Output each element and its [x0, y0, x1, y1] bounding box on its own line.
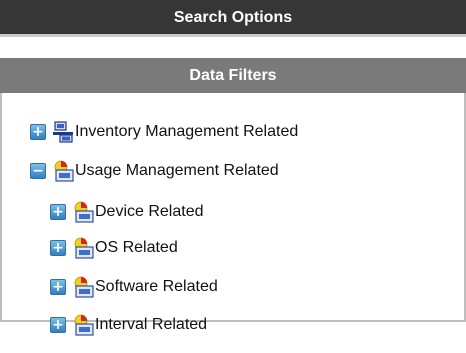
usage-folder-icon — [52, 160, 74, 182]
usage-folder-icon — [72, 314, 94, 336]
tree-node-inventory[interactable]: + Inventory Management Related — [30, 119, 298, 145]
tree-node-device[interactable]: + Device Related — [50, 199, 204, 225]
usage-folder-icon — [72, 201, 94, 223]
collapse-toggle[interactable]: − — [30, 163, 46, 179]
tree-node-interval[interactable]: + Interval Related — [50, 312, 207, 338]
expand-toggle[interactable]: + — [50, 204, 66, 220]
tree-node-software[interactable]: + Software Related — [50, 274, 218, 300]
filter-tree: + Inventory Management Related − Usage M… — [0, 93, 466, 336]
tree-node-label[interactable]: OS Related — [95, 239, 178, 257]
expand-toggle[interactable]: + — [50, 279, 66, 295]
tree-node-os[interactable]: + OS Related — [50, 235, 178, 261]
expand-toggle[interactable]: + — [50, 317, 66, 333]
tree-node-label[interactable]: Interval Related — [95, 316, 207, 334]
usage-folder-icon — [72, 237, 94, 259]
usage-folder-icon — [72, 276, 94, 298]
network-computers-icon — [52, 121, 74, 143]
expand-toggle[interactable]: + — [30, 124, 46, 140]
data-filters-header: Data Filters — [0, 58, 466, 93]
tree-node-label[interactable]: Software Related — [95, 278, 218, 296]
tree-node-label[interactable]: Inventory Management Related — [75, 123, 298, 141]
tree-node-label[interactable]: Device Related — [95, 203, 204, 221]
tree-node-label[interactable]: Usage Management Related — [75, 162, 279, 180]
search-options-header: Search Options — [0, 0, 466, 37]
tree-node-usage[interactable]: − Usage Management Related — [30, 158, 279, 184]
expand-toggle[interactable]: + — [50, 240, 66, 256]
